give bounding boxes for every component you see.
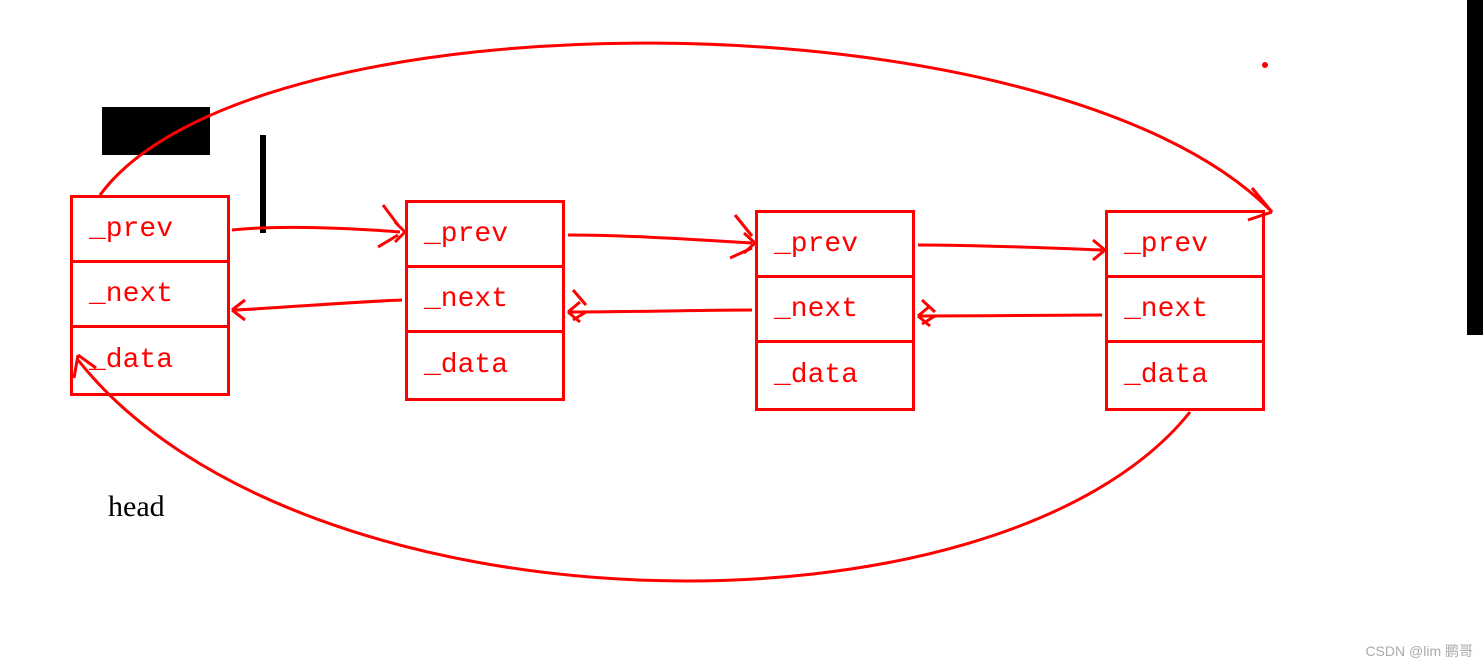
black-rect-top [102, 107, 210, 155]
head-label: head [108, 490, 165, 524]
node-2-prev: _prev [758, 213, 912, 278]
node-3-next: _next [1108, 278, 1262, 343]
node-2-next: _next [758, 278, 912, 343]
node-0: _prev _next _data [70, 195, 230, 396]
watermark: CSDN @lim 鹏哥 [1365, 641, 1473, 661]
node-3-prev: _prev [1108, 213, 1262, 278]
right-edge-block [1467, 0, 1483, 335]
node-1-data: _data [408, 333, 562, 398]
node-3-data: _data [1108, 343, 1262, 408]
node-0-next: _next [73, 263, 227, 328]
node-1-next: _next [408, 268, 562, 333]
black-vertical-stroke [260, 135, 266, 233]
node-1: _prev _next _data [405, 200, 565, 401]
node-2-data: _data [758, 343, 912, 408]
node-0-prev: _prev [73, 198, 227, 263]
node-2: _prev _next _data [755, 210, 915, 411]
node-0-data: _data [73, 328, 227, 393]
node-3: _prev _next _data [1105, 210, 1265, 411]
node-1-prev: _prev [408, 203, 562, 268]
